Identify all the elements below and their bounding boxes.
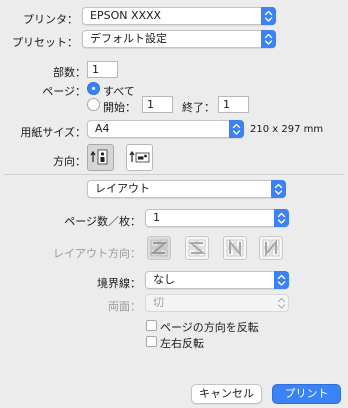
pages-per-sheet-updown-icon bbox=[274, 209, 289, 227]
border-updown-icon bbox=[274, 271, 289, 289]
copies-label: 部数： bbox=[53, 66, 86, 79]
z-direction-icon bbox=[150, 239, 168, 257]
portrait-button[interactable] bbox=[87, 144, 114, 171]
paper-size-value: A4 bbox=[95, 122, 110, 135]
pages-to-field[interactable]: 1 bbox=[218, 96, 249, 113]
printer-value: EPSON XXXX bbox=[90, 9, 162, 22]
paper-size-popup[interactable]: A4 bbox=[87, 120, 244, 138]
paper-size-updown-icon bbox=[229, 120, 244, 138]
copies-field[interactable]: 1 bbox=[87, 61, 118, 78]
two-sided-popup[interactable]: 切 bbox=[145, 294, 289, 312]
pages-per-sheet-popup[interactable]: 1 bbox=[145, 209, 289, 227]
two-sided-label: 両面： bbox=[108, 300, 141, 313]
layout-direction-reverse-n-button[interactable] bbox=[259, 236, 283, 260]
paper-size-dimensions: 210 x 297 mm bbox=[250, 124, 324, 135]
presets-value: デフォルト設定 bbox=[90, 32, 167, 45]
layout-direction-n-button[interactable] bbox=[223, 236, 247, 260]
landscape-button[interactable] bbox=[126, 144, 153, 171]
presets-updown-icon bbox=[261, 30, 276, 48]
print-button[interactable]: プリント bbox=[272, 384, 341, 404]
two-sided-value: 切 bbox=[153, 296, 164, 309]
pages-from-field[interactable]: 1 bbox=[142, 96, 173, 113]
section-updown-icon bbox=[271, 180, 286, 198]
pages-all-label: すべて bbox=[103, 85, 135, 98]
layout-direction-s-button[interactable] bbox=[185, 236, 209, 260]
reverse-orientation-checkbox[interactable] bbox=[146, 320, 157, 331]
pages-range-radio[interactable] bbox=[87, 98, 100, 111]
pages-from-label: 開始： bbox=[103, 101, 136, 114]
printer-label: プリンタ： bbox=[23, 13, 78, 26]
flip-horizontally-label: 左右反転 bbox=[160, 337, 204, 350]
portrait-icon bbox=[90, 149, 108, 165]
reverse-orientation-label: ページの方向を反転 bbox=[160, 321, 259, 334]
printer-updown-icon bbox=[261, 7, 276, 25]
pages-per-sheet-value: 1 bbox=[153, 211, 160, 224]
landscape-icon bbox=[129, 150, 150, 163]
layout-direction-label: レイアウト方向： bbox=[53, 247, 141, 260]
pages-label: ページ： bbox=[42, 85, 86, 98]
pages-to-label: 終了： bbox=[182, 101, 215, 114]
s-direction-icon bbox=[188, 239, 206, 257]
pages-per-sheet-label: ページ数／枚： bbox=[64, 215, 141, 228]
border-value: なし bbox=[153, 273, 175, 286]
section-popup[interactable]: レイアウト bbox=[87, 180, 286, 198]
paper-size-label: 用紙サイズ： bbox=[20, 126, 86, 139]
flip-horizontally-checkbox[interactable] bbox=[146, 336, 157, 347]
divider bbox=[4, 174, 344, 175]
printer-popup[interactable]: EPSON XXXX bbox=[82, 7, 276, 25]
section-value: レイアウト bbox=[95, 182, 150, 195]
pages-all-radio[interactable] bbox=[87, 82, 100, 95]
orientation-label: 方向： bbox=[53, 155, 86, 168]
border-popup[interactable]: なし bbox=[145, 271, 289, 289]
reverse-n-direction-icon bbox=[262, 239, 280, 257]
presets-popup[interactable]: デフォルト設定 bbox=[82, 30, 276, 48]
layout-direction-z-button[interactable] bbox=[147, 236, 171, 260]
two-sided-updown-icon bbox=[274, 294, 289, 312]
cancel-button[interactable]: キャンセル bbox=[191, 384, 262, 404]
presets-label: プリセット： bbox=[12, 36, 78, 49]
border-label: 境界線： bbox=[97, 277, 141, 290]
n-direction-icon bbox=[226, 239, 244, 257]
